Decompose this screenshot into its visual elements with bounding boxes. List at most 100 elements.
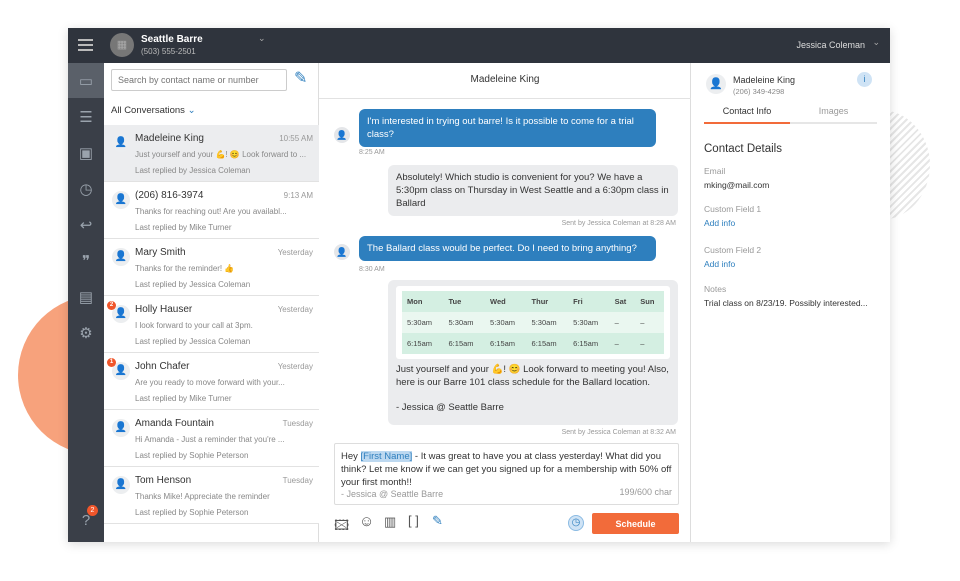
- schedule-cell: Mon: [407, 297, 423, 306]
- contact-name: Madeleine King: [733, 75, 796, 85]
- brackets-icon[interactable]: [ ]: [408, 513, 419, 528]
- schedule-cell: 5:30am: [407, 318, 433, 327]
- schedule-row: Mon Tue Wed Thur Fri Sat Sun: [402, 291, 664, 312]
- last-replied: Last replied by Jessica Coleman: [135, 166, 251, 175]
- schedule-cell: 6:15am: [407, 339, 433, 348]
- conversation-time: 10:55 AM: [279, 134, 313, 143]
- last-replied: Last replied by Sophie Peterson: [135, 451, 249, 460]
- search-input[interactable]: [111, 69, 287, 91]
- conversation-list: ✎ All Conversations ⌄ 👤 Madeleine King 1…: [104, 63, 319, 542]
- custom-field-2-add[interactable]: Add info: [704, 259, 735, 269]
- emoji-icon[interactable]: ☺: [359, 513, 374, 530]
- schedule-cell: Tue: [448, 297, 462, 306]
- schedule-cell: 5:30am: [531, 318, 557, 327]
- conversation-name: Madeleine King: [135, 133, 204, 144]
- contact-avatar: 👤: [334, 127, 350, 143]
- schedule-cell: Thur: [531, 297, 549, 306]
- conversation-name: (206) 816-3974: [135, 190, 204, 201]
- message-text: Just yourself and your 💪! 😊 Look forward…: [396, 364, 669, 388]
- menu-icon[interactable]: [78, 39, 93, 51]
- filter-label: All Conversations: [111, 105, 185, 116]
- last-replied: Last replied by Mike Turner: [135, 394, 232, 403]
- conversation-preview: Thanks for reaching out! Are you availab…: [135, 207, 287, 216]
- document-icon[interactable]: ☰: [68, 99, 104, 134]
- message-composer[interactable]: Hey [First Name] - It was great to have …: [334, 443, 679, 505]
- conversation-item[interactable]: 👤 Amanda Fountain Tuesday Hi Amanda - Ju…: [104, 410, 319, 467]
- custom-field-1-label: Custom Field 1: [704, 204, 762, 214]
- message-outgoing: Absolutely! Which studio is convenient f…: [388, 165, 678, 216]
- first-name-token[interactable]: [First Name]: [360, 451, 413, 462]
- conversation-item[interactable]: 👤 Tom Henson Tuesday Thanks Mike! Apprec…: [104, 467, 319, 524]
- notes-value: Trial class on 8/23/19. Possibly interes…: [704, 298, 868, 308]
- composer-text: Hey: [341, 451, 361, 462]
- person-icon: 👤: [112, 191, 130, 209]
- template-icon[interactable]: ▥: [384, 514, 396, 530]
- contact-panel: 👤 Madeleine King (206) 349-4298 Contact …: [691, 63, 890, 542]
- conversation-name: Mary Smith: [135, 247, 186, 258]
- conversation-time: Tuesday: [282, 419, 313, 428]
- chat-title: Madeleine King: [470, 74, 540, 85]
- account-phone: (503) 555-2501: [141, 47, 196, 56]
- conversation-preview: Thanks for the reminder! 👍: [135, 264, 235, 273]
- message-incoming: I'm interested in trying out barre! Is i…: [359, 109, 656, 147]
- last-replied: Last replied by Jessica Coleman: [135, 280, 251, 289]
- clock-icon[interactable]: ◷: [68, 171, 104, 206]
- unread-badge: 2: [107, 301, 116, 310]
- schedule-button[interactable]: Schedule: [592, 513, 679, 534]
- schedule-table: Mon Tue Wed Thur Fri Sat Sun 5:30am 5:30am 5:30am…: [402, 291, 664, 354]
- email-value: mking@mail.com: [704, 180, 770, 190]
- compose-icon[interactable]: ✎: [294, 68, 307, 88]
- clipboard-icon[interactable]: ▤: [68, 279, 104, 314]
- conversation-item[interactable]: 👤 2 Holly Hauser Yesterday I look forwar…: [104, 296, 319, 353]
- char-count: 199/600 char: [619, 487, 672, 497]
- signature-icon[interactable]: ✎: [432, 513, 443, 529]
- message-time: 8:25 AM: [359, 149, 385, 156]
- help-icon[interactable]: ?: [68, 503, 104, 538]
- schedule-cell: 6:15am: [448, 339, 474, 348]
- schedule-cell: Sun: [640, 297, 655, 306]
- message-signature: - Jessica @ Seattle Barre: [396, 402, 504, 413]
- conversation-preview: Thanks Mike! Appreciate the reminder: [135, 492, 270, 501]
- custom-field-1-add[interactable]: Add info: [704, 218, 735, 228]
- contact-avatar: 👤: [706, 74, 726, 94]
- conversation-item[interactable]: 👤 1 John Chafer Yesterday Are you ready …: [104, 353, 319, 410]
- conversation-item[interactable]: 👤 Madeleine King 10:55 AM Just yourself …: [104, 125, 319, 182]
- contact-details-heading: Contact Details: [704, 143, 782, 155]
- contacts-icon[interactable]: ▣: [68, 135, 104, 170]
- chevron-down-icon[interactable]: ⌄: [258, 33, 266, 44]
- message-time: 8:30 AM: [359, 266, 385, 273]
- conversation-item[interactable]: 👤 (206) 816-3974 9:13 AM Thanks for reac…: [104, 182, 319, 239]
- conversation-filter[interactable]: All Conversations ⌄: [111, 105, 196, 116]
- conversation-time: Yesterday: [277, 305, 313, 314]
- conversation-name: John Chafer: [135, 361, 190, 372]
- conversation-time: 9:13 AM: [283, 191, 313, 200]
- conversation-time: Tuesday: [282, 476, 313, 485]
- last-replied: Last replied by Sophie Peterson: [135, 508, 249, 517]
- tab-images[interactable]: Images: [790, 106, 877, 124]
- tab-contact-info[interactable]: Contact Info: [704, 106, 790, 124]
- chat-icon[interactable]: ▭: [68, 63, 104, 98]
- conversation-time: Yesterday: [277, 362, 313, 371]
- schedule-cell: 5:30am: [448, 318, 474, 327]
- conversation-name: Holly Hauser: [135, 304, 193, 315]
- person-icon: 👤: [112, 134, 130, 152]
- conversation-preview: I look forward to your call at 3pm.: [135, 321, 253, 330]
- message-meta: Sent by Jessica Coleman at 8:28 AM: [561, 220, 676, 227]
- account-avatar: ▦: [110, 33, 134, 57]
- conversation-item[interactable]: 👤 Mary Smith Yesterday Thanks for the re…: [104, 239, 319, 296]
- account-name[interactable]: Seattle Barre: [141, 34, 203, 45]
- schedule-cell: 6:15am: [531, 339, 557, 348]
- schedule-cell: –: [640, 339, 645, 348]
- schedule-row: 6:15am 6:15am 6:15am 6:15am 6:15am – –: [402, 333, 664, 354]
- schedule-clock-icon[interactable]: ◷: [568, 515, 584, 531]
- chevron-down-icon: ⌄: [187, 105, 196, 116]
- schedule-cell: Sat: [614, 297, 627, 306]
- conversation-time: Yesterday: [277, 248, 313, 257]
- schedule-cell: –: [614, 318, 619, 327]
- image-icon[interactable]: 🖾: [334, 515, 349, 539]
- gear-icon[interactable]: ⚙: [68, 315, 104, 350]
- templates-icon[interactable]: ❞: [68, 243, 104, 278]
- user-chevron-icon[interactable]: ⌄: [872, 37, 880, 48]
- reply-icon[interactable]: ↩: [68, 207, 104, 242]
- user-name[interactable]: Jessica Coleman: [796, 40, 865, 50]
